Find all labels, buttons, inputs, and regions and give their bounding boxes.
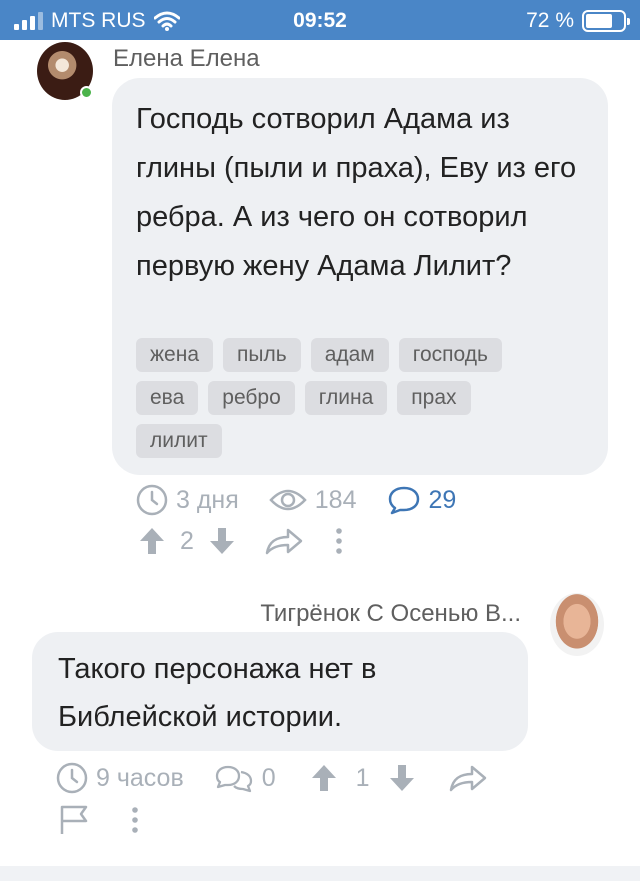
tag[interactable]: господь xyxy=(398,338,502,372)
status-bar: MTS RUS 09:52 72 % xyxy=(0,0,640,40)
upvote-icon[interactable] xyxy=(310,763,338,793)
tag[interactable]: ева xyxy=(136,381,199,415)
eye-icon xyxy=(269,489,307,511)
post-time: 3 дня xyxy=(176,485,239,514)
comment-icon xyxy=(388,486,419,515)
question-text: Господь сотворил Адама из глины (пыли и … xyxy=(136,103,577,282)
share-icon[interactable] xyxy=(264,526,304,556)
tag[interactable]: ребро xyxy=(208,381,295,415)
tag[interactable]: глина xyxy=(304,381,388,415)
question-meta: 3 дня 184 29 xyxy=(136,484,456,516)
reply-author-name[interactable]: Тигрёнок С Осенью В... xyxy=(260,600,521,628)
view-count: 184 xyxy=(314,485,357,514)
downvote-icon[interactable] xyxy=(208,526,236,556)
tag[interactable]: адам xyxy=(310,338,389,372)
reply-author-avatar[interactable] xyxy=(550,593,604,656)
tag[interactable]: лилит xyxy=(136,424,222,458)
bottom-divider xyxy=(0,866,640,881)
comments-icon xyxy=(215,765,252,793)
clock-icon xyxy=(136,484,168,516)
reply-meta: 9 часов 0 1 xyxy=(56,762,488,794)
question-actions: 2 xyxy=(138,526,344,556)
author-name[interactable]: Елена Елена xyxy=(113,45,260,73)
online-indicator xyxy=(80,86,93,99)
more-icon[interactable] xyxy=(130,805,140,835)
tag[interactable]: пыль xyxy=(223,338,301,372)
comments-link[interactable]: 29 xyxy=(387,485,457,515)
downvote-icon[interactable] xyxy=(388,763,416,793)
reply-bubble: Такого персонажа нет в Библейской истори… xyxy=(32,632,528,751)
comment-count: 29 xyxy=(428,485,457,514)
clock-icon xyxy=(56,762,88,794)
vote-count: 2 xyxy=(180,526,194,555)
share-icon[interactable] xyxy=(448,763,488,793)
upvote-icon[interactable] xyxy=(138,526,166,556)
reply-comments-link[interactable]: 0 xyxy=(214,763,276,793)
reply-vote-count: 1 xyxy=(355,763,370,792)
battery-percent: 72 % xyxy=(526,9,574,32)
reply-actions xyxy=(58,804,140,836)
battery-icon xyxy=(582,10,630,32)
question-bubble: Господь сотворил Адама из глины (пыли и … xyxy=(112,78,608,475)
reply-text: Такого персонажа нет в Библейской истори… xyxy=(58,653,377,733)
more-icon[interactable] xyxy=(334,526,344,556)
tag[interactable]: прах xyxy=(397,381,471,415)
flag-icon[interactable] xyxy=(58,804,90,836)
tag[interactable]: жена xyxy=(136,338,214,372)
tag-list: жена пыль адам господь ева ребро глина п… xyxy=(136,338,566,458)
reply-time: 9 часов xyxy=(96,763,184,792)
reply-comment-count: 0 xyxy=(261,763,276,792)
